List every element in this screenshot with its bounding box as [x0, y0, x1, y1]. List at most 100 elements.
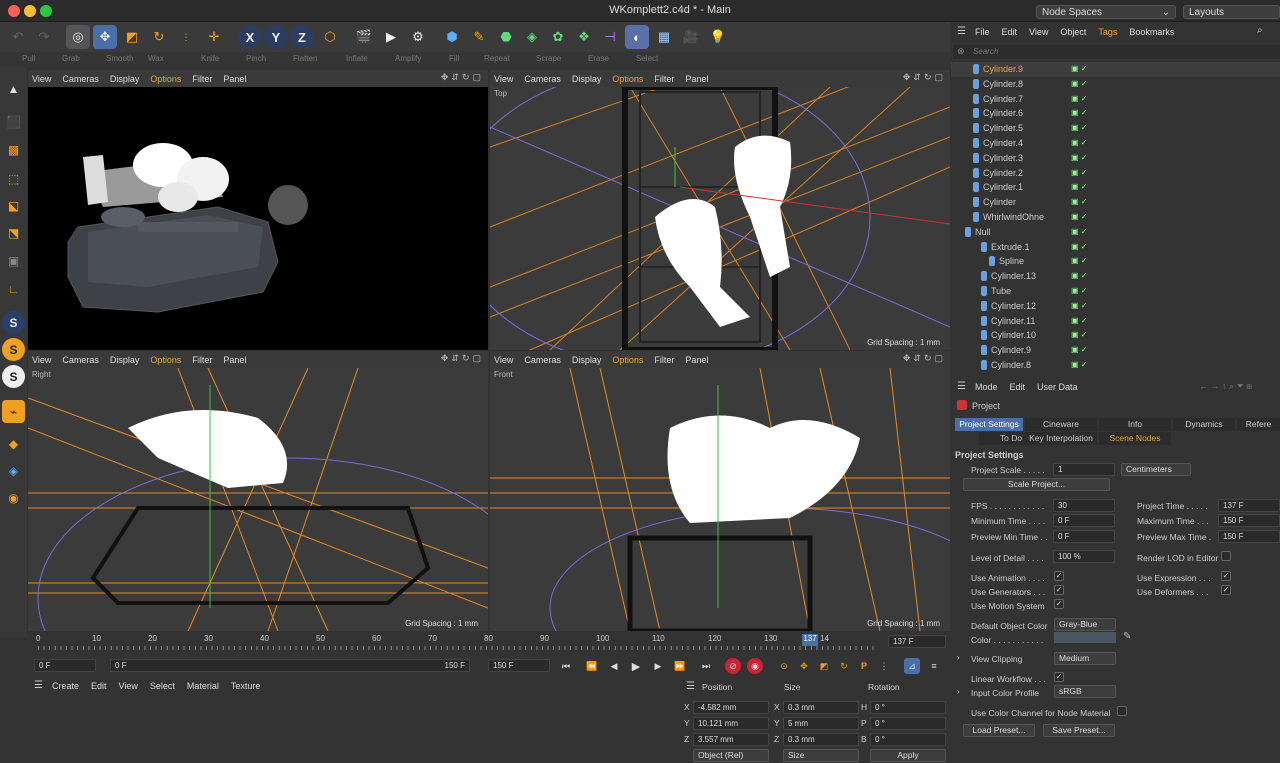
viewport-navigation-icons[interactable]: ✥⇵↻▢ — [903, 72, 946, 83]
size-y-field[interactable]: 5 mm — [783, 717, 859, 730]
search-input[interactable]: Search — [973, 47, 998, 56]
view-menu[interactable]: View — [32, 74, 51, 84]
frame-range-slider[interactable]: 0 F 150 F — [110, 659, 470, 672]
sculpt-tool-knife[interactable]: Knife — [201, 54, 219, 63]
rotate-tool-icon[interactable]: ↻ — [147, 25, 171, 49]
preview-max-field[interactable]: 150 F — [1218, 530, 1280, 543]
view-menu[interactable]: View — [119, 681, 138, 691]
top-view-canvas[interactable]: Top Grid Spacing : 1 mm — [490, 87, 950, 350]
object-row[interactable]: Cylinder.2 ▣ ✓ — [951, 166, 1280, 181]
position-z-field[interactable]: 3.557 mm — [693, 733, 769, 746]
object-row[interactable]: Cylinder.7 ▣ ✓ — [951, 92, 1280, 107]
tab-info[interactable]: Info — [1099, 418, 1171, 431]
close-window-button[interactable] — [8, 5, 20, 17]
view-menu[interactable]: View — [494, 355, 513, 365]
hamburger-icon[interactable]: ☰ — [686, 681, 695, 692]
pen-spline-icon[interactable]: ✎ — [467, 25, 491, 49]
create-menu[interactable]: Create — [52, 681, 79, 691]
visibility-check-icon[interactable]: ▣ ✓ — [1071, 168, 1087, 177]
zoom-window-button[interactable] — [40, 5, 52, 17]
object-row[interactable]: Extrude.1 ▣ ✓ — [951, 240, 1280, 255]
visibility-check-icon[interactable]: ▣ ✓ — [1071, 330, 1087, 339]
model-mode-icon[interactable]: ⬛ — [2, 110, 25, 133]
cameras-menu[interactable]: Cameras — [62, 355, 99, 365]
default-color-dropdown[interactable]: Gray-Blue — [1054, 618, 1116, 631]
object-row[interactable]: Cylinder.9 ▣ ✓ — [951, 343, 1280, 358]
color-channel-checkbox[interactable] — [1117, 706, 1127, 716]
view-clipping-dropdown[interactable]: Medium — [1054, 652, 1116, 665]
workplane-icon[interactable]: ◆ — [2, 432, 25, 455]
rotation-b-field[interactable]: 0 ° — [870, 733, 946, 746]
hamburger-icon[interactable]: ☰ — [957, 381, 966, 392]
next-key-icon[interactable]: ⏩ — [672, 658, 688, 674]
front-viewport[interactable]: View Cameras Display Options Filter Pane… — [490, 351, 950, 631]
color-swatch[interactable] — [1054, 632, 1116, 643]
viewport-navigation-icons[interactable]: ✥⇵↻▢ — [903, 353, 946, 364]
current-frame-field[interactable]: 137 F — [888, 635, 946, 648]
display-menu[interactable]: Display — [572, 74, 602, 84]
size-x-field[interactable]: 0.3 mm — [783, 701, 859, 714]
parameter-key-icon[interactable]: P — [856, 658, 872, 674]
render-lod-checkbox[interactable] — [1221, 551, 1231, 561]
scale-tool-icon[interactable]: ◩ — [120, 25, 144, 49]
cube-object-icon[interactable]: ⬢ — [440, 25, 464, 49]
visibility-check-icon[interactable]: ▣ ✓ — [1071, 301, 1087, 310]
panel-menu[interactable]: Panel — [223, 74, 246, 84]
floor-icon[interactable]: ▦ — [652, 25, 676, 49]
go-to-start-icon[interactable]: ⏮ — [558, 658, 574, 674]
tags-menu[interactable]: Tags — [1098, 27, 1117, 37]
texture-mode-icon[interactable]: ▩ — [2, 138, 25, 161]
cloner-icon[interactable]: ✿ — [546, 25, 570, 49]
cameras-menu[interactable]: Cameras — [524, 355, 561, 365]
previous-key-icon[interactable]: ⏪ — [584, 658, 600, 674]
position-x-field[interactable]: -4.582 mm — [693, 701, 769, 714]
transfer-tool-icon[interactable]: ✛ — [202, 25, 226, 49]
tab-project-settings[interactable]: Project Settings — [955, 418, 1023, 431]
edit-menu[interactable]: Edit — [91, 681, 107, 691]
object-manager[interactable]: ☰ File Edit View Object Tags Bookmarks ⌕… — [951, 22, 1280, 377]
render-picture-viewer-icon[interactable]: ▶ — [379, 25, 403, 49]
visibility-check-icon[interactable]: ▣ ✓ — [1071, 108, 1087, 117]
min-time-field[interactable]: 0 F — [1053, 514, 1115, 527]
use-generators-checkbox[interactable]: ✓ — [1054, 585, 1064, 595]
filter-menu[interactable]: Filter — [192, 355, 212, 365]
visibility-check-icon[interactable]: ▣ ✓ — [1071, 360, 1087, 369]
display-menu[interactable]: Display — [110, 355, 140, 365]
visibility-check-icon[interactable]: ▣ ✓ — [1071, 271, 1087, 280]
points-mode-icon[interactable]: ⬚ — [2, 167, 25, 190]
max-time-field[interactable]: 150 F — [1218, 514, 1280, 527]
visibility-check-icon[interactable]: ▣ ✓ — [1071, 256, 1087, 265]
view-menu[interactable]: View — [494, 74, 513, 84]
sculpt-tool-scrape[interactable]: Scrape — [536, 54, 561, 63]
object-row[interactable]: Cylinder.5 ▣ ✓ — [951, 121, 1280, 136]
mode-menu[interactable]: Mode — [975, 382, 998, 392]
linear-workflow-checkbox[interactable]: ✓ — [1054, 672, 1064, 682]
visibility-check-icon[interactable]: ▣ ✓ — [1071, 64, 1087, 73]
sculpt-tool-repeat[interactable]: Repeat — [484, 54, 510, 63]
y-axis-lock-icon[interactable]: Y — [264, 25, 288, 49]
viewport-navigation-icons[interactable]: ✥⇵↻▢ — [441, 353, 484, 364]
object-row[interactable]: WhirlwindOhne ▣ ✓ — [951, 210, 1280, 225]
scale-project-button[interactable]: Scale Project... — [963, 478, 1110, 491]
tab-referencing[interactable]: Refere — [1237, 418, 1280, 431]
visibility-check-icon[interactable]: ▣ ✓ — [1071, 182, 1087, 191]
coordinate-system-icon[interactable]: ⬡ — [318, 25, 342, 49]
visibility-check-icon[interactable]: ▣ ✓ — [1071, 153, 1087, 162]
material-manager[interactable]: ☰ Create Edit View Select Material Textu… — [28, 677, 678, 763]
next-frame-icon[interactable]: ▶ — [650, 658, 666, 674]
object-row[interactable]: Cylinder.11 ▣ ✓ — [951, 314, 1280, 329]
input-profile-dropdown[interactable]: sRGB — [1054, 685, 1116, 698]
sculpt-tool-pull[interactable]: Pull — [22, 54, 35, 63]
render-view-icon[interactable]: 🎬 — [352, 25, 376, 49]
snap-icon[interactable]: S — [2, 311, 25, 334]
key-selection-icon[interactable]: ⊙ — [776, 658, 792, 674]
position-key-icon[interactable]: ✥ — [796, 658, 812, 674]
autokey-icon[interactable]: ◉ — [747, 658, 763, 674]
visibility-check-icon[interactable]: ▣ ✓ — [1071, 212, 1087, 221]
polygons-mode-icon[interactable]: ⬔ — [2, 221, 25, 244]
use-animation-checkbox[interactable]: ✓ — [1054, 571, 1064, 581]
sculpt-tool-wax[interactable]: Wax — [148, 54, 164, 63]
make-editable-icon[interactable]: ▲ — [2, 77, 25, 100]
visibility-check-icon[interactable]: ▣ ✓ — [1071, 123, 1087, 132]
object-row[interactable]: Cylinder.4 ▣ ✓ — [951, 136, 1280, 151]
